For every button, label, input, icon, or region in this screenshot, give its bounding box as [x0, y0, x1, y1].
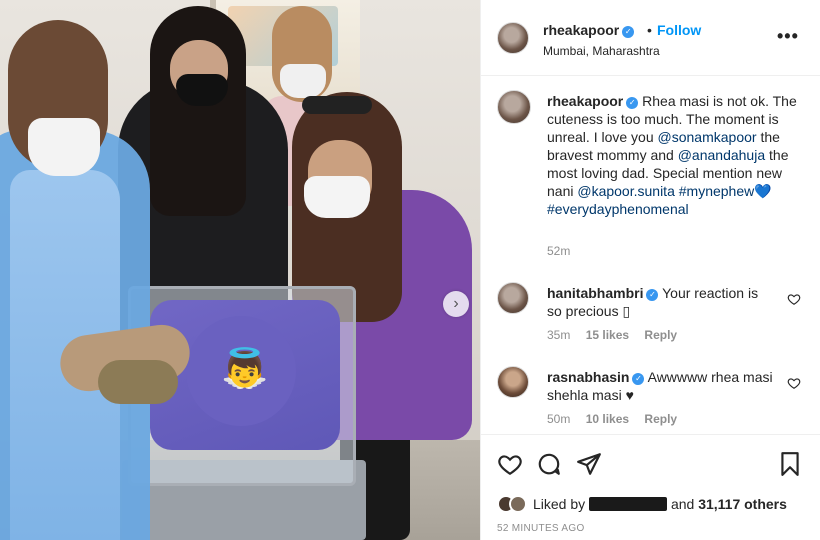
- caption-author-avatar[interactable]: [497, 90, 531, 124]
- save-bookmark-icon[interactable]: [777, 451, 803, 477]
- post-caption: rheakapoor ✓ Rhea masi is not ok. The cut…: [547, 92, 797, 218]
- posted-timestamp[interactable]: 52 MINUTES AGO: [497, 523, 585, 534]
- others-likes-count[interactable]: 31,117 others: [698, 496, 787, 512]
- post-location[interactable]: Mumbai, Maharashtra: [543, 44, 660, 58]
- liked-by-avatars[interactable]: [497, 495, 527, 513]
- commenter-avatar[interactable]: [497, 366, 529, 398]
- liked-by-label: Liked by: [533, 496, 586, 512]
- comment-text: rasnabhasin ✓ Awwwww rhea masi shehla mas…: [547, 368, 775, 404]
- like-comment-heart-icon[interactable]: [787, 376, 801, 390]
- baby-angel-emoji: 👼: [221, 348, 269, 390]
- comment-emoji: ▯: [622, 303, 631, 319]
- post-photo[interactable]: 👼 ›: [0, 0, 480, 540]
- comment-item: hanitabhambri ✓ Your reaction is so preci…: [481, 282, 820, 362]
- like-heart-icon[interactable]: [497, 451, 523, 477]
- face-mask: [280, 64, 326, 98]
- share-send-icon[interactable]: [576, 451, 602, 477]
- mention-link[interactable]: @sonamkapoor: [658, 129, 757, 145]
- author-username-text[interactable]: rheakapoor: [543, 22, 619, 38]
- hashtag-link[interactable]: #mynephew: [679, 183, 755, 199]
- author-username[interactable]: rheakapoor ✓: [543, 22, 635, 38]
- face-mask: [28, 118, 100, 176]
- author-avatar[interactable]: [497, 22, 529, 54]
- nurse-glove: [98, 360, 178, 404]
- comment-meta: 35m 15 likes Reply: [547, 328, 689, 342]
- commenter-username[interactable]: hanitabhambri: [547, 285, 643, 301]
- post-actions-bar: Liked by and 31,117 others 52 MINUTES AG…: [481, 434, 820, 540]
- follow-button[interactable]: Follow: [657, 22, 701, 38]
- comment-meta: 50m 10 likes Reply: [547, 412, 689, 426]
- hashtag-link[interactable]: #everydayphenomenal: [547, 201, 689, 217]
- mention-link[interactable]: @anandahuja: [678, 147, 765, 163]
- comment-timestamp[interactable]: 35m: [547, 328, 570, 342]
- reply-button[interactable]: Reply: [644, 412, 677, 426]
- reply-button[interactable]: Reply: [644, 328, 677, 342]
- comment-heart-emoji: ♥: [625, 387, 634, 403]
- commenter-avatar[interactable]: [497, 282, 529, 314]
- comment-bubble-icon[interactable]: [536, 451, 562, 477]
- caption-timestamp[interactable]: 52m: [547, 244, 570, 258]
- sunglasses-on-head: [302, 96, 372, 114]
- face-mask-black: [176, 74, 228, 106]
- person-hair: [150, 6, 246, 216]
- redacted-username: [589, 497, 668, 511]
- comment-likes-count[interactable]: 10 likes: [586, 412, 629, 426]
- mention-link[interactable]: @kapoor.sunita: [577, 183, 675, 199]
- face-mask: [304, 176, 370, 218]
- separator-dot: •: [647, 22, 652, 38]
- comment-likes-count[interactable]: 15 likes: [586, 328, 629, 342]
- verified-badge-icon: ✓: [622, 26, 635, 38]
- like-comment-heart-icon[interactable]: [787, 292, 801, 306]
- verified-badge-icon: ✓: [626, 97, 639, 109]
- likes-summary: Liked by and 31,117 others: [497, 495, 787, 513]
- comment-timestamp[interactable]: 50m: [547, 412, 570, 426]
- more-options-icon[interactable]: •••: [777, 26, 799, 47]
- post-details-pane: rheakapoor ✓ • Follow Mumbai, Maharashtra…: [480, 0, 820, 540]
- verified-badge-icon: ✓: [632, 373, 645, 385]
- comment-item: rasnabhasin ✓ Awwwww rhea masi shehla mas…: [481, 366, 820, 434]
- post-header: rheakapoor ✓ • Follow Mumbai, Maharashtra…: [481, 0, 820, 76]
- verified-badge-icon: ✓: [646, 289, 659, 301]
- blue-heart-emoji: 💙: [754, 183, 772, 199]
- comment-text: hanitabhambri ✓ Your reaction is so preci…: [547, 284, 775, 320]
- next-image-button[interactable]: ›: [443, 291, 469, 317]
- comments-list[interactable]: rheakapoor ✓ Rhea masi is not ok. The cut…: [481, 76, 820, 434]
- liked-and-label: and: [670, 496, 695, 512]
- caption-username[interactable]: rheakapoor: [547, 93, 623, 109]
- commenter-username[interactable]: rasnabhasin: [547, 369, 629, 385]
